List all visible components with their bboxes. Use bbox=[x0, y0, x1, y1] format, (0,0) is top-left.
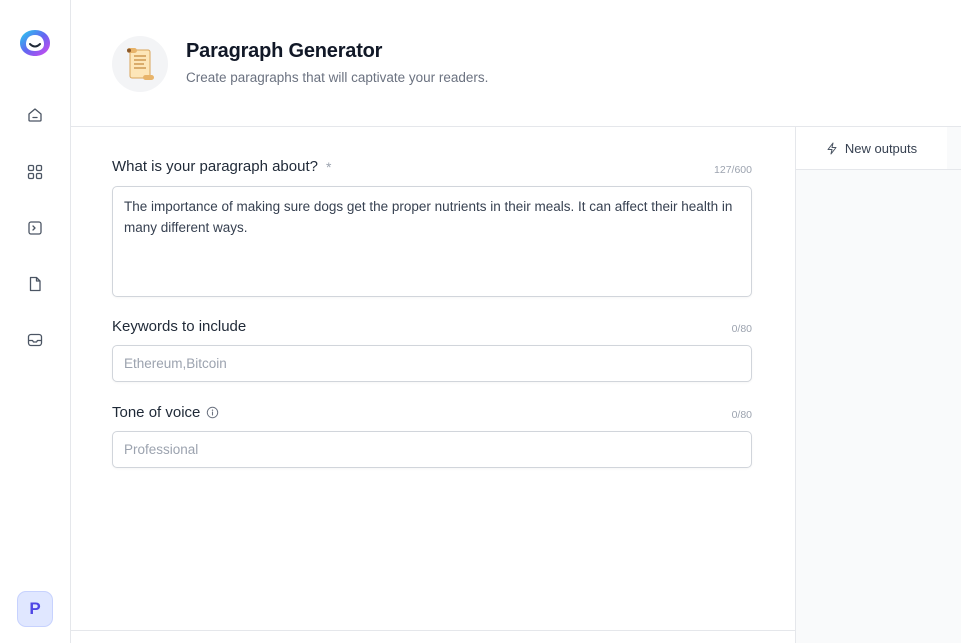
topic-label-text: What is your paragraph about? bbox=[112, 158, 318, 175]
app-root: P Paragraph Generator Create paragraphs … bbox=[0, 0, 961, 643]
keywords-input[interactable] bbox=[112, 345, 752, 382]
tab-new-outputs[interactable]: New outputs bbox=[796, 127, 947, 170]
terminal-icon bbox=[28, 221, 42, 235]
user-avatar[interactable]: P bbox=[17, 591, 53, 627]
sidebar-item-home[interactable] bbox=[20, 100, 50, 130]
inbox-icon bbox=[27, 333, 43, 347]
info-icon[interactable] bbox=[206, 406, 219, 419]
tab-new-outputs-label: New outputs bbox=[844, 140, 918, 156]
topic-counter: 127/600 bbox=[714, 164, 752, 176]
page-title: Paragraph Generator bbox=[186, 40, 383, 62]
topic-textarea[interactable] bbox=[112, 186, 752, 297]
tone-label: Tone of voice bbox=[112, 404, 219, 421]
tone-counter: 0/80 bbox=[731, 409, 752, 421]
tone-input[interactable] bbox=[112, 431, 752, 468]
sidebar-item-commands[interactable] bbox=[20, 213, 50, 243]
generator-form: What is your paragraph about? * 127/600 … bbox=[71, 127, 795, 630]
required-mark: * bbox=[325, 158, 332, 175]
keywords-counter: 0/80 bbox=[731, 323, 752, 335]
page-subtitle: Create paragraphs that will captivate yo… bbox=[186, 70, 489, 85]
scroll-icon bbox=[112, 36, 168, 92]
sidebar-item-templates[interactable] bbox=[20, 157, 50, 187]
keywords-label: Keywords to include bbox=[112, 318, 246, 335]
keywords-label-text: Keywords to include bbox=[112, 318, 247, 335]
tone-label-text: Tone of voice bbox=[112, 404, 201, 421]
outputs-panel: New outputs bbox=[795, 127, 961, 643]
document-icon bbox=[29, 276, 41, 292]
page-header: Paragraph Generator Create paragraphs th… bbox=[71, 0, 961, 127]
tab-divider bbox=[947, 127, 961, 170]
sidebar-item-inbox[interactable] bbox=[20, 325, 50, 355]
form-footer bbox=[71, 630, 795, 643]
lightning-icon bbox=[827, 142, 837, 154]
sidebar: P bbox=[0, 0, 71, 643]
app-logo[interactable] bbox=[17, 27, 53, 59]
sidebar-item-documents[interactable] bbox=[20, 269, 50, 299]
grid-icon bbox=[27, 164, 43, 180]
home-icon bbox=[28, 108, 42, 122]
topic-label: What is your paragraph about? * bbox=[112, 158, 331, 175]
